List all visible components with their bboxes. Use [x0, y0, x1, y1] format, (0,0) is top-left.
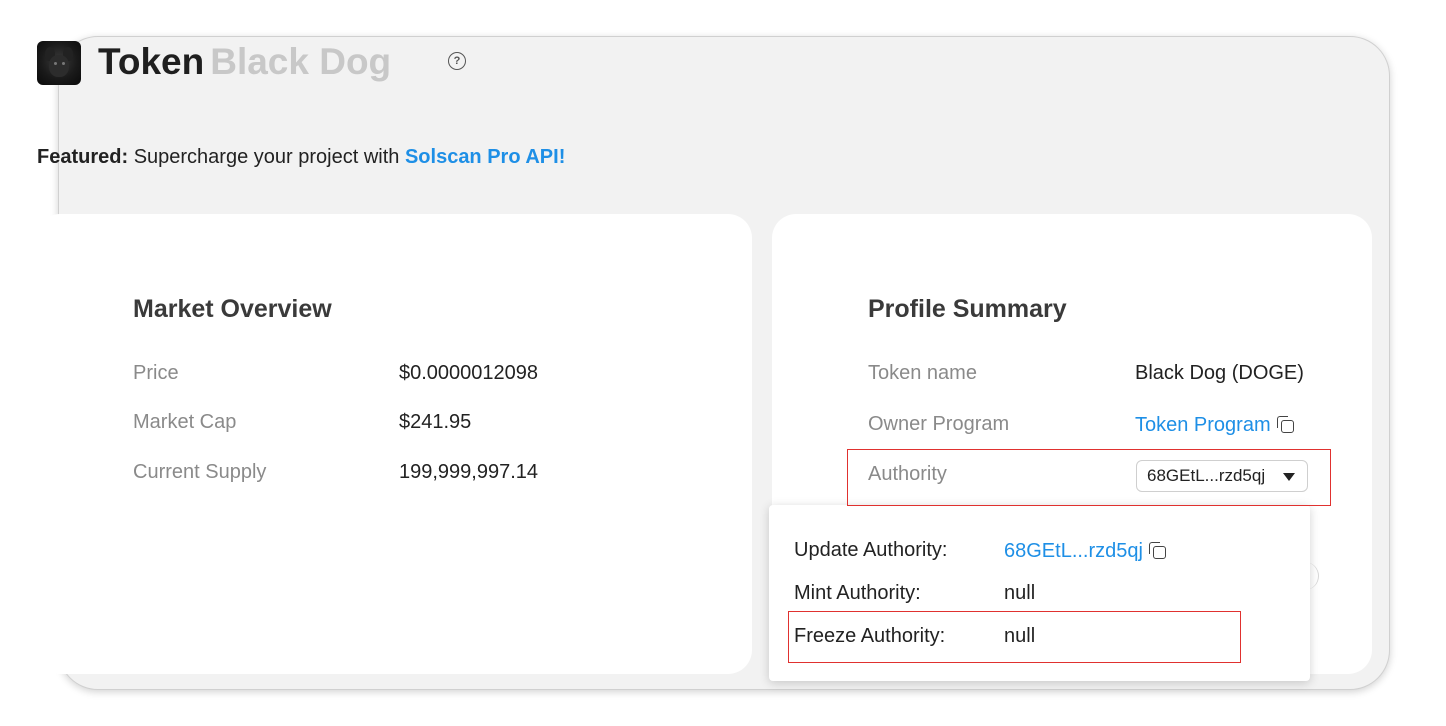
authority-label: Authority: [868, 463, 947, 485]
token-name-label: Token name: [868, 362, 977, 384]
update-authority-link[interactable]: 68GEtL...rzd5qj: [1004, 540, 1143, 562]
featured-label: Featured:: [37, 146, 129, 168]
page-title-token: Token: [98, 41, 205, 82]
page-title: Token Black Dog: [98, 38, 391, 86]
profile-summary-title: Profile Summary: [868, 295, 1067, 323]
solscan-pro-api-link[interactable]: Solscan Pro API!: [405, 146, 565, 168]
authority-select-value: 68GEtL...rzd5qj: [1147, 466, 1266, 485]
update-authority-value: 68GEtL...rzd5qj: [1004, 540, 1167, 563]
market-cap-value: $241.95: [399, 411, 472, 433]
owner-program-label: Owner Program: [868, 413, 1010, 435]
market-overview-card: [36, 214, 752, 674]
token-name-value: Black Dog (DOGE): [1135, 362, 1304, 384]
market-cap-label: Market Cap: [133, 411, 237, 433]
price-label: Price: [133, 362, 179, 384]
authority-select[interactable]: 68GEtL...rzd5qj: [1136, 460, 1308, 492]
owner-program-value: Token Program: [1135, 414, 1295, 437]
token-program-link[interactable]: Token Program: [1135, 414, 1271, 436]
mint-authority-label: Mint Authority:: [794, 582, 921, 604]
market-overview-title: Market Overview: [133, 295, 332, 323]
featured-banner: Featured: Supercharge your project with …: [37, 146, 565, 169]
token-logo-icon: [37, 41, 81, 85]
caret-down-icon: [1283, 473, 1295, 481]
update-authority-label: Update Authority:: [794, 539, 948, 561]
page-title-token-name: Black Dog: [210, 41, 392, 82]
copy-icon[interactable]: [1276, 416, 1295, 434]
featured-text: Supercharge your project with: [133, 146, 400, 168]
current-supply-value: 199,999,997.14: [399, 461, 539, 483]
price-value: $0.0000012098: [399, 362, 539, 384]
freeze-authority-label: Freeze Authority:: [794, 625, 946, 647]
freeze-authority-value: null: [1004, 625, 1036, 647]
question-circle-icon[interactable]: ?: [448, 52, 466, 70]
mint-authority-value: null: [1004, 582, 1036, 604]
current-supply-label: Current Supply: [133, 461, 267, 483]
copy-icon[interactable]: [1148, 542, 1167, 560]
